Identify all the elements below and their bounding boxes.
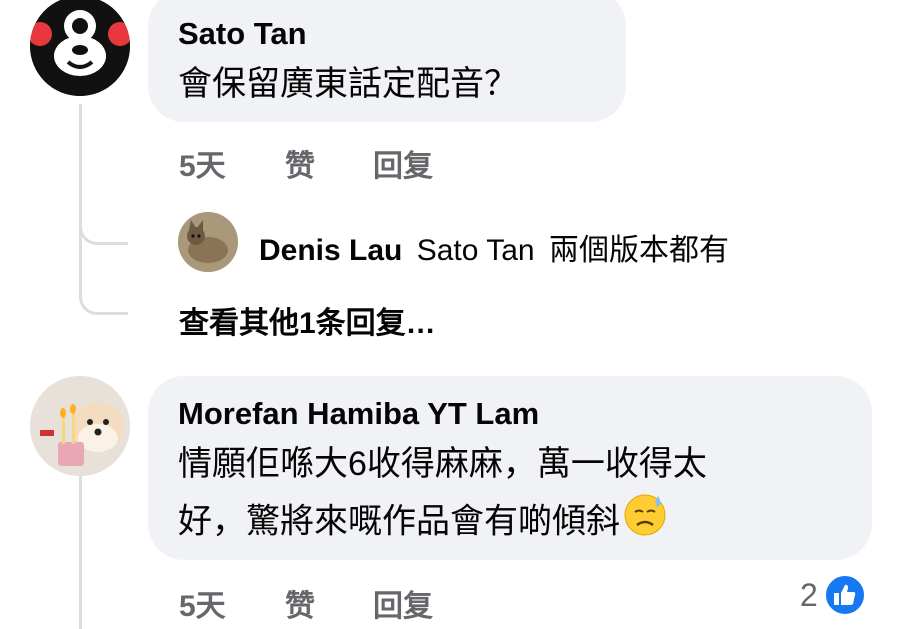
comment-text-line1: 情願佢喺大6收得麻麻，萬一收得太 [178,445,707,483]
comment-time-2[interactable]: 5天 [179,581,226,625]
downcast-face-with-sweat-icon [622,492,668,555]
reply-mention[interactable]: Sato Tan [417,234,535,267]
avatar[interactable] [30,0,130,96]
reaction-count: 2 [800,576,818,613]
comment-author-2[interactable]: Morefan Hamiba YT Lam [178,396,539,432]
reply-connector [79,200,128,245]
thread-line-2 [79,474,82,629]
view-more-replies[interactable]: 查看其他1条回复… [179,298,436,342]
reply-button-2[interactable]: 回复 [373,581,433,625]
reply-avatar[interactable] [178,212,238,272]
comment-text-line2: 好，驚將來嘅作品會有啲傾斜 [178,502,620,541]
reply-author[interactable]: Denis Lau [259,234,402,267]
like-button[interactable]: 赞 [285,141,315,185]
reply-text: 兩個版本都有 [548,234,729,267]
like-icon [823,574,866,616]
reply-button[interactable]: 回复 [373,141,433,185]
cat-avatar-icon [178,212,238,272]
comment-text: 會保留廣東話定配音？ [178,65,518,103]
like-button-2[interactable]: 赞 [285,581,315,625]
reply-line: Denis Lau Sato Tan 兩個版本都有 [259,225,729,269]
dog-avatar-icon [30,376,130,476]
view-more-connector [79,270,128,315]
comment-time[interactable]: 5天 [179,141,226,185]
comment-author[interactable]: Sato Tan [178,16,307,52]
reaction-summary[interactable]: 2 [800,574,866,616]
kumamon-avatar-icon [30,0,130,96]
avatar-2[interactable] [30,376,130,476]
comment-text-line2-wrap: 好，驚將來嘅作品會有啲傾斜 [178,492,668,555]
